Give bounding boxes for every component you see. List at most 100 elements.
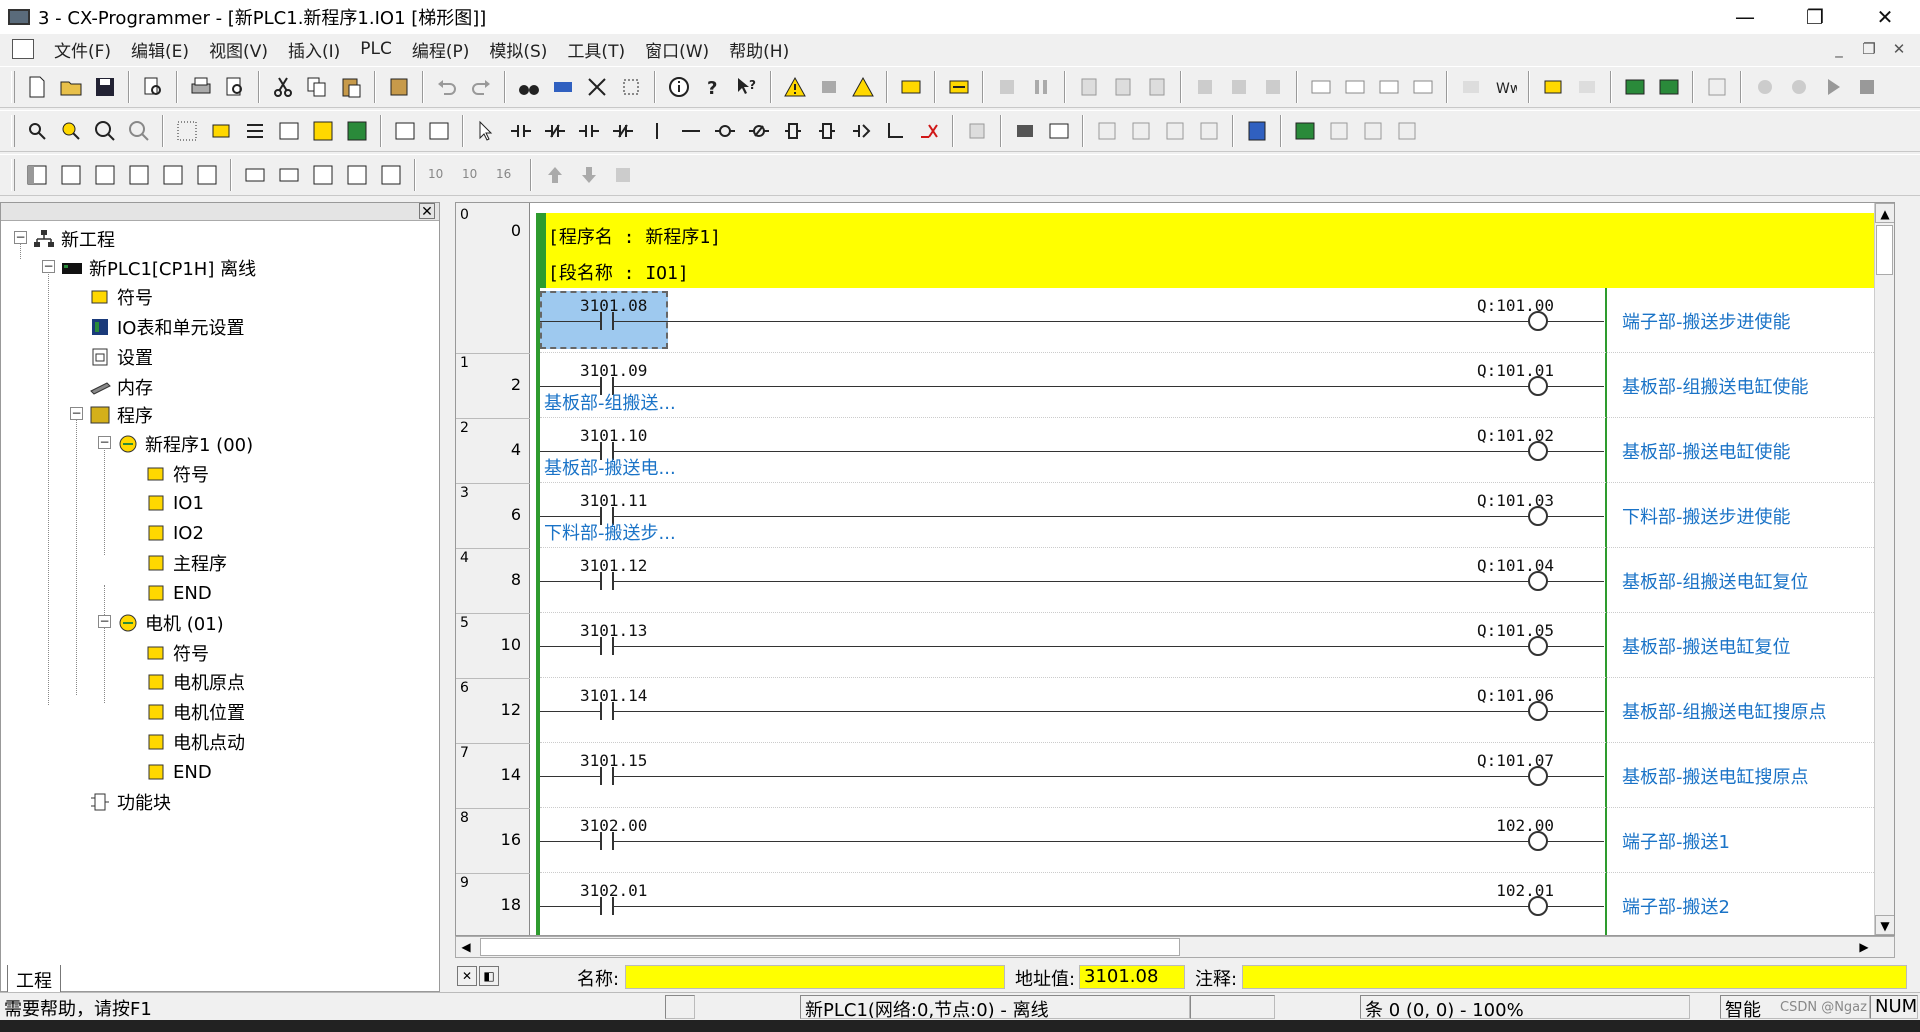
ladder-diagram[interactable]: 0 0 1 2 2 4 3 6 4 8 5 10 6 12 7 14 8 16 9 18 [程序名 : 新程序1] [… bbox=[455, 202, 1895, 936]
step-over-icon[interactable] bbox=[1784, 72, 1814, 102]
instruction-icon[interactable] bbox=[778, 116, 808, 146]
output-coil[interactable] bbox=[1528, 831, 1548, 851]
online-edit-send-icon[interactable] bbox=[1160, 116, 1190, 146]
contact-or-nc-icon[interactable] bbox=[608, 116, 638, 146]
expander-project[interactable]: − bbox=[14, 231, 27, 244]
force-off-icon[interactable]: Ww bbox=[1490, 72, 1520, 102]
pin-info-icon[interactable]: ◧ bbox=[479, 966, 499, 986]
redo-icon[interactable] bbox=[466, 72, 496, 102]
grid-icon[interactable] bbox=[172, 116, 202, 146]
contact-no-icon[interactable] bbox=[506, 116, 536, 146]
output-coil[interactable] bbox=[1528, 506, 1548, 526]
zoom-fit-icon[interactable] bbox=[56, 116, 86, 146]
output-coil[interactable] bbox=[1528, 441, 1548, 461]
tree-item-motor-jog[interactable]: 电机点动 bbox=[145, 728, 245, 756]
tree-item-settings[interactable]: 设置 bbox=[89, 343, 153, 371]
address-reference-icon[interactable] bbox=[124, 160, 154, 190]
output-coil[interactable] bbox=[1528, 376, 1548, 396]
menu-simulate[interactable]: 模拟(S) bbox=[479, 37, 557, 62]
scroll-left-icon[interactable]: ◀ bbox=[456, 937, 476, 957]
sim-window-icon[interactable] bbox=[1702, 72, 1732, 102]
horizontal-scrollbar[interactable]: ◀ ▶ bbox=[455, 936, 1895, 958]
tree-item-function-blocks[interactable]: 功能块 bbox=[89, 788, 171, 816]
tree-item-program1[interactable]: 新程序1 (00) bbox=[117, 430, 253, 458]
monitor-data-icon[interactable] bbox=[1010, 116, 1040, 146]
menu-program[interactable]: 编程(P) bbox=[402, 37, 480, 62]
set-value-icon[interactable] bbox=[1538, 72, 1568, 102]
watch-window-toggle-icon[interactable] bbox=[90, 160, 120, 190]
mnemonics-icon[interactable] bbox=[342, 160, 372, 190]
data-trace-icon[interactable] bbox=[1408, 72, 1438, 102]
comment-field[interactable] bbox=[1242, 965, 1907, 989]
tree-item-program1-symbols[interactable]: 符号 bbox=[145, 460, 209, 488]
run-icon[interactable] bbox=[1818, 72, 1848, 102]
context-help-icon[interactable]: ? bbox=[732, 72, 762, 102]
zoom-out-icon[interactable] bbox=[124, 116, 154, 146]
tree-item-project[interactable]: 新工程 bbox=[33, 225, 115, 253]
tree-item-symbols[interactable]: 符号 bbox=[89, 283, 153, 311]
reset-value-icon[interactable] bbox=[1572, 72, 1602, 102]
tree-item-motor-symbols[interactable]: 符号 bbox=[145, 639, 209, 667]
name-field[interactable] bbox=[625, 965, 1005, 989]
verify-icon[interactable] bbox=[608, 160, 638, 190]
zoom-small-icon[interactable] bbox=[22, 116, 52, 146]
warning-icon[interactable] bbox=[780, 72, 810, 102]
pause-icon[interactable] bbox=[1026, 72, 1056, 102]
tree-item-motor-origin[interactable]: 电机原点 bbox=[145, 668, 245, 696]
output-window-icon[interactable] bbox=[56, 160, 86, 190]
open-folder-icon[interactable] bbox=[56, 72, 86, 102]
output-coil[interactable] bbox=[1528, 896, 1548, 916]
maximize-button[interactable]: ❐ bbox=[1780, 0, 1850, 34]
upload-icon[interactable] bbox=[540, 160, 570, 190]
scroll-right-icon[interactable]: ▶ bbox=[1854, 937, 1874, 957]
program-mode-icon[interactable] bbox=[1074, 72, 1104, 102]
expander-plc[interactable]: − bbox=[42, 260, 55, 273]
address-ref-icon[interactable] bbox=[616, 72, 646, 102]
menu-plc[interactable]: PLC bbox=[350, 39, 402, 59]
debug-mode-icon[interactable] bbox=[1108, 72, 1138, 102]
online-edit-end-icon[interactable] bbox=[1194, 116, 1224, 146]
online-edit-cancel-icon[interactable] bbox=[1126, 116, 1156, 146]
check-program-icon[interactable] bbox=[848, 72, 878, 102]
undo-icon[interactable] bbox=[432, 72, 462, 102]
tree-item-end1[interactable]: END bbox=[145, 579, 212, 607]
time-chart-icon[interactable] bbox=[1358, 116, 1388, 146]
help-icon[interactable]: ? bbox=[698, 72, 728, 102]
menu-view[interactable]: 视图(V) bbox=[199, 37, 278, 62]
step-in-icon[interactable] bbox=[1750, 72, 1780, 102]
trace-icon[interactable] bbox=[1324, 116, 1354, 146]
select-pointer-icon[interactable] bbox=[472, 116, 502, 146]
run-mode-icon[interactable] bbox=[1142, 72, 1172, 102]
io-table-icon[interactable] bbox=[1340, 72, 1370, 102]
vertical-line-icon[interactable] bbox=[642, 116, 672, 146]
output-coil[interactable] bbox=[1528, 636, 1548, 656]
properties-window-icon[interactable] bbox=[158, 160, 188, 190]
hex-10-icon[interactable]: 10 bbox=[424, 160, 454, 190]
force-on-icon[interactable] bbox=[1456, 72, 1486, 102]
expander-program1[interactable]: − bbox=[98, 436, 111, 449]
output-coil[interactable] bbox=[1528, 571, 1548, 591]
hscroll-thumb[interactable] bbox=[480, 938, 1180, 956]
io-comment-icon[interactable] bbox=[308, 160, 338, 190]
force-status-icon[interactable] bbox=[1392, 116, 1422, 146]
bcd-10-icon[interactable]: 10 bbox=[458, 160, 488, 190]
watch-window-icon[interactable] bbox=[1044, 116, 1074, 146]
tree-item-end2[interactable]: END bbox=[145, 758, 212, 786]
copy-icon[interactable] bbox=[302, 72, 332, 102]
paste-special-icon[interactable] bbox=[384, 72, 414, 102]
online-icon[interactable] bbox=[944, 72, 974, 102]
menu-insert[interactable]: 插入(I) bbox=[278, 37, 350, 62]
output-coil[interactable] bbox=[1528, 701, 1548, 721]
monitor-icon[interactable] bbox=[992, 72, 1022, 102]
compare-icon[interactable] bbox=[138, 72, 168, 102]
minimize-button[interactable]: — bbox=[1710, 0, 1780, 34]
local-symbols-icon[interactable] bbox=[240, 160, 270, 190]
memory-map-icon[interactable] bbox=[1242, 116, 1272, 146]
simulator-icon[interactable] bbox=[1620, 72, 1650, 102]
tree-item-main[interactable]: 主程序 bbox=[145, 549, 227, 577]
close-pane-icon[interactable]: ✕ bbox=[419, 203, 435, 220]
memory-table-icon[interactable] bbox=[1306, 72, 1336, 102]
contact-nc-icon[interactable] bbox=[540, 116, 570, 146]
stop-icon[interactable] bbox=[1852, 72, 1882, 102]
hex-16-icon[interactable]: 16 bbox=[492, 160, 522, 190]
